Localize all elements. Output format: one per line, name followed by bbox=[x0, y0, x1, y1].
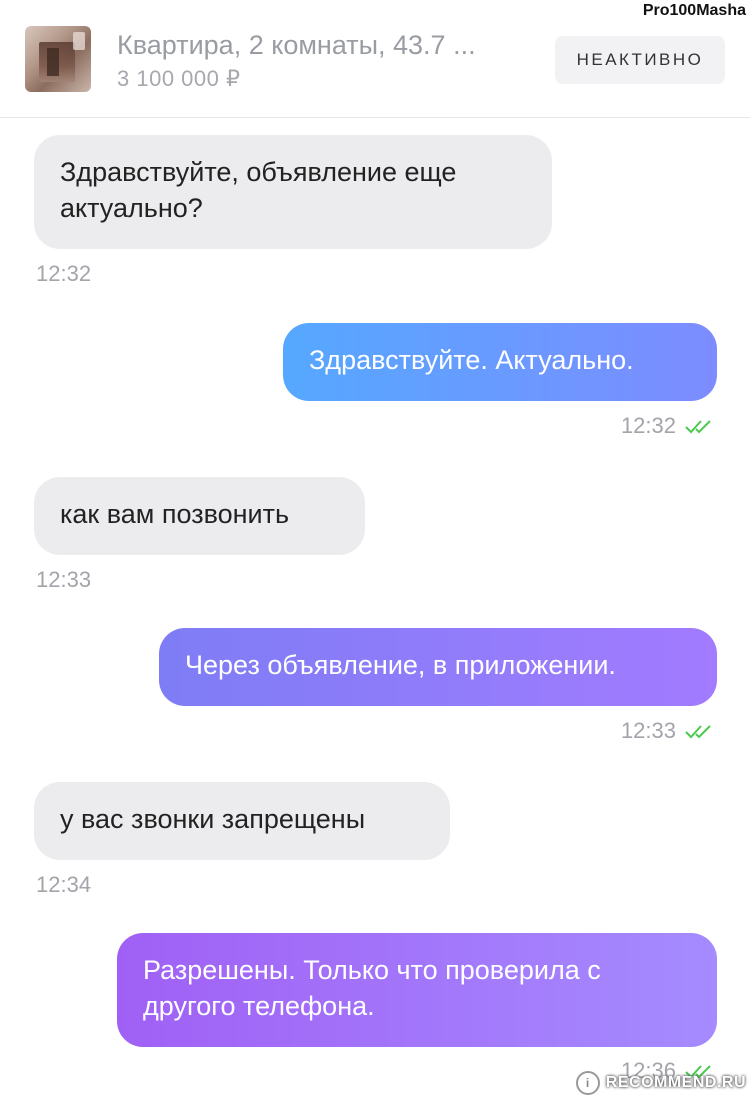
username-watermark: Pro100Masha bbox=[642, 2, 746, 19]
thumbnail-door-shape bbox=[47, 48, 59, 76]
chat-header: Квартира, 2 комнаты, 43.7 ... 3 100 000 … bbox=[0, 0, 750, 118]
message-time: 12:32 bbox=[620, 413, 676, 438]
message-text: Здравствуйте, объявление еще актуально? bbox=[60, 157, 457, 223]
message-bubble-incoming[interactable]: как вам позвонить bbox=[34, 477, 365, 555]
message-text: как вам позвонить bbox=[60, 499, 290, 529]
listing-thumbnail[interactable] bbox=[25, 26, 91, 92]
message-time: 12:34 bbox=[36, 872, 92, 897]
message-list[interactable]: Здравствуйте, объявление еще актуально? … bbox=[0, 118, 750, 1108]
listing-title[interactable]: Квартира, 2 комнаты, 43.7 ... bbox=[117, 30, 537, 61]
message-text: у вас звонки запрещены bbox=[60, 804, 366, 834]
message-time: 12:33 bbox=[36, 567, 92, 592]
message-time: 12:33 bbox=[620, 718, 676, 743]
message-meta: 12:32 bbox=[621, 413, 714, 439]
double-check-icon bbox=[685, 420, 711, 434]
thumbnail-window-shape bbox=[73, 32, 85, 50]
recommend-logo-icon: i bbox=[575, 1071, 600, 1095]
site-watermark: i RECOMMEND.RU bbox=[575, 1068, 746, 1098]
message-bubble-incoming[interactable]: у вас звонки запрещены bbox=[34, 782, 450, 860]
site-watermark-text: RECOMMEND.RU bbox=[605, 1074, 746, 1091]
message-text: Здравствуйте. Актуально. bbox=[309, 345, 634, 375]
message-meta: 12:33 bbox=[621, 718, 714, 744]
message-text: Через объявление, в приложении. bbox=[185, 650, 616, 680]
double-check-icon bbox=[685, 725, 711, 739]
message-time: 12:32 bbox=[36, 261, 92, 286]
message-text: Разрешены. Только что проверила с другог… bbox=[143, 955, 601, 1021]
status-badge: НЕАКТИВНО bbox=[555, 36, 725, 84]
message-bubble-incoming[interactable]: Здравствуйте, объявление еще актуально? bbox=[34, 135, 552, 249]
listing-price: 3 100 000 ₽ bbox=[117, 66, 241, 91]
message-bubble-outgoing[interactable]: Разрешены. Только что проверила с другог… bbox=[117, 933, 717, 1047]
message-bubble-outgoing[interactable]: Здравствуйте. Актуально. bbox=[283, 323, 717, 401]
message-bubble-outgoing[interactable]: Через объявление, в приложении. bbox=[159, 628, 717, 706]
